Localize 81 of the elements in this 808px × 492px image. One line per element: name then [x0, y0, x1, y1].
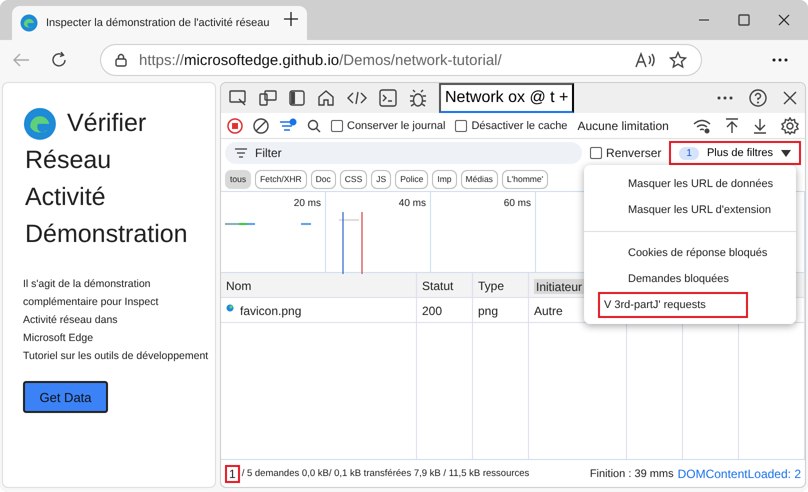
checkbox[interactable] [590, 147, 602, 159]
heading-text: Réseau [25, 145, 112, 176]
table-cell-text: Autre [534, 304, 563, 320]
type-filter-chip[interactable]: Fetch/XHR [255, 170, 307, 188]
menu-item[interactable]: Masquer les URL d'extension [584, 197, 796, 223]
checkbox-label: Désactiver le cache [471, 120, 568, 132]
file-icon [226, 304, 234, 312]
dom-loaded-time: DOMContentLoaded: 2 [678, 466, 801, 480]
new-tab-icon[interactable] [283, 10, 300, 26]
wifi-settings-icon[interactable] [693, 118, 711, 134]
menu-item[interactable]: V 3rd-partJ' requests [598, 292, 748, 318]
read-aloud-icon[interactable] [635, 52, 657, 68]
close-icon[interactable] [783, 91, 797, 105]
bug-icon[interactable] [409, 89, 427, 107]
checkbox-label: Conserver le journal [347, 120, 446, 132]
menu-item[interactable]: Demandes bloquées [584, 266, 796, 292]
url-text: https://microsoftedge.github.io/Demos/network-tutorial/ [139, 52, 503, 68]
type-filter-chip[interactable]: tous [225, 170, 252, 188]
more-filters-button[interactable]: 1 Plus de filtres [669, 141, 801, 165]
count-badge: 1 [679, 146, 699, 160]
download-icon[interactable] [753, 118, 767, 134]
more-icon[interactable] [772, 58, 788, 62]
heading-text: Démonstration [25, 219, 189, 250]
help-icon[interactable] [749, 89, 767, 107]
tab-title: Inspecter la démonstration de l'activité réseau [46, 17, 270, 29]
elements-icon[interactable] [347, 90, 367, 106]
get-data-button[interactable]: Get Data [23, 381, 108, 413]
browser-logo-icon [20, 14, 38, 32]
menu-item[interactable]: Cookies de réponse bloqués [584, 240, 796, 266]
type-filter-chip[interactable]: Médias [460, 170, 498, 188]
filter-field[interactable]: Filter [225, 142, 582, 164]
menu-item[interactable]: Masquer les URL de données [584, 171, 796, 197]
type-filter-chip[interactable]: Imp [432, 170, 457, 188]
sidebar-icon[interactable] [289, 90, 305, 106]
table-cell-text: favicon.png [240, 304, 302, 320]
address-field[interactable]: https://microsoftedge.github.io/Demos/network-tutorial/ [100, 44, 702, 76]
column-header[interactable]: Nom [226, 279, 252, 297]
type-filter-chip[interactable]: L'homme' [502, 170, 548, 188]
more-icon[interactable] [717, 96, 733, 100]
time-tick: 40 ms [398, 198, 426, 209]
time-tick: 20 ms [294, 198, 321, 209]
finish-time: Finition : 39 mms [590, 468, 674, 480]
type-filter-chip[interactable]: Police [395, 170, 428, 188]
description-text: Il s'agit de la démonstration complémentaire pour Inspect Activité réseau dans Microsoft Edge Tutoriel sur les outils de développement [23, 277, 210, 364]
column-header[interactable]: Type [478, 279, 504, 297]
time-tick: 60 ms [504, 198, 531, 209]
refresh-icon[interactable] [50, 51, 68, 69]
record-icon[interactable] [227, 118, 243, 134]
close-icon[interactable] [778, 14, 790, 26]
column-header[interactable]: Statut [422, 279, 454, 297]
column-header[interactable]: Initiateur [534, 279, 584, 294]
request-count: 1 [225, 464, 240, 482]
maximize-icon[interactable] [738, 14, 750, 26]
home-icon[interactable] [317, 89, 335, 107]
heading-text: Vérifier [67, 108, 146, 139]
device-icon[interactable] [259, 90, 277, 106]
type-filter-chip[interactable]: CSS [340, 170, 368, 188]
filter-active-icon[interactable] [279, 118, 297, 134]
throttling-dropdown[interactable]: Aucune limitation [577, 118, 669, 132]
clear-icon[interactable] [253, 118, 269, 134]
lock-icon [115, 53, 127, 67]
upload-icon[interactable] [725, 118, 739, 134]
table-cell-text: 200 [422, 304, 442, 320]
search-icon[interactable] [307, 118, 321, 132]
checkbox[interactable] [455, 120, 468, 132]
filter-icon [235, 148, 247, 158]
checkbox-label: Renverser [606, 146, 662, 160]
edge-logo-icon [23, 106, 57, 140]
star-icon[interactable] [669, 51, 687, 69]
inspect-icon[interactable] [229, 90, 247, 106]
settings-icon[interactable] [781, 116, 799, 134]
type-filter-chip[interactable]: Doc [310, 170, 336, 188]
network-tab[interactable]: Network ox @ t + [439, 83, 574, 113]
table-cell-text: png [478, 304, 498, 320]
caret-icon [781, 150, 791, 156]
console-icon[interactable] [379, 89, 397, 107]
type-filter-chip[interactable]: JS [371, 170, 392, 188]
status-summary: / 5 demandes 0,0 kB/ 0,1 kB transférées 7,9 kB / 11,5 kB ressources [242, 468, 530, 479]
checkbox[interactable] [331, 120, 343, 132]
heading-text: Activité [25, 182, 107, 213]
browser-tab[interactable]: Inspecter la démonstration de l'activité réseau [12, 6, 308, 40]
